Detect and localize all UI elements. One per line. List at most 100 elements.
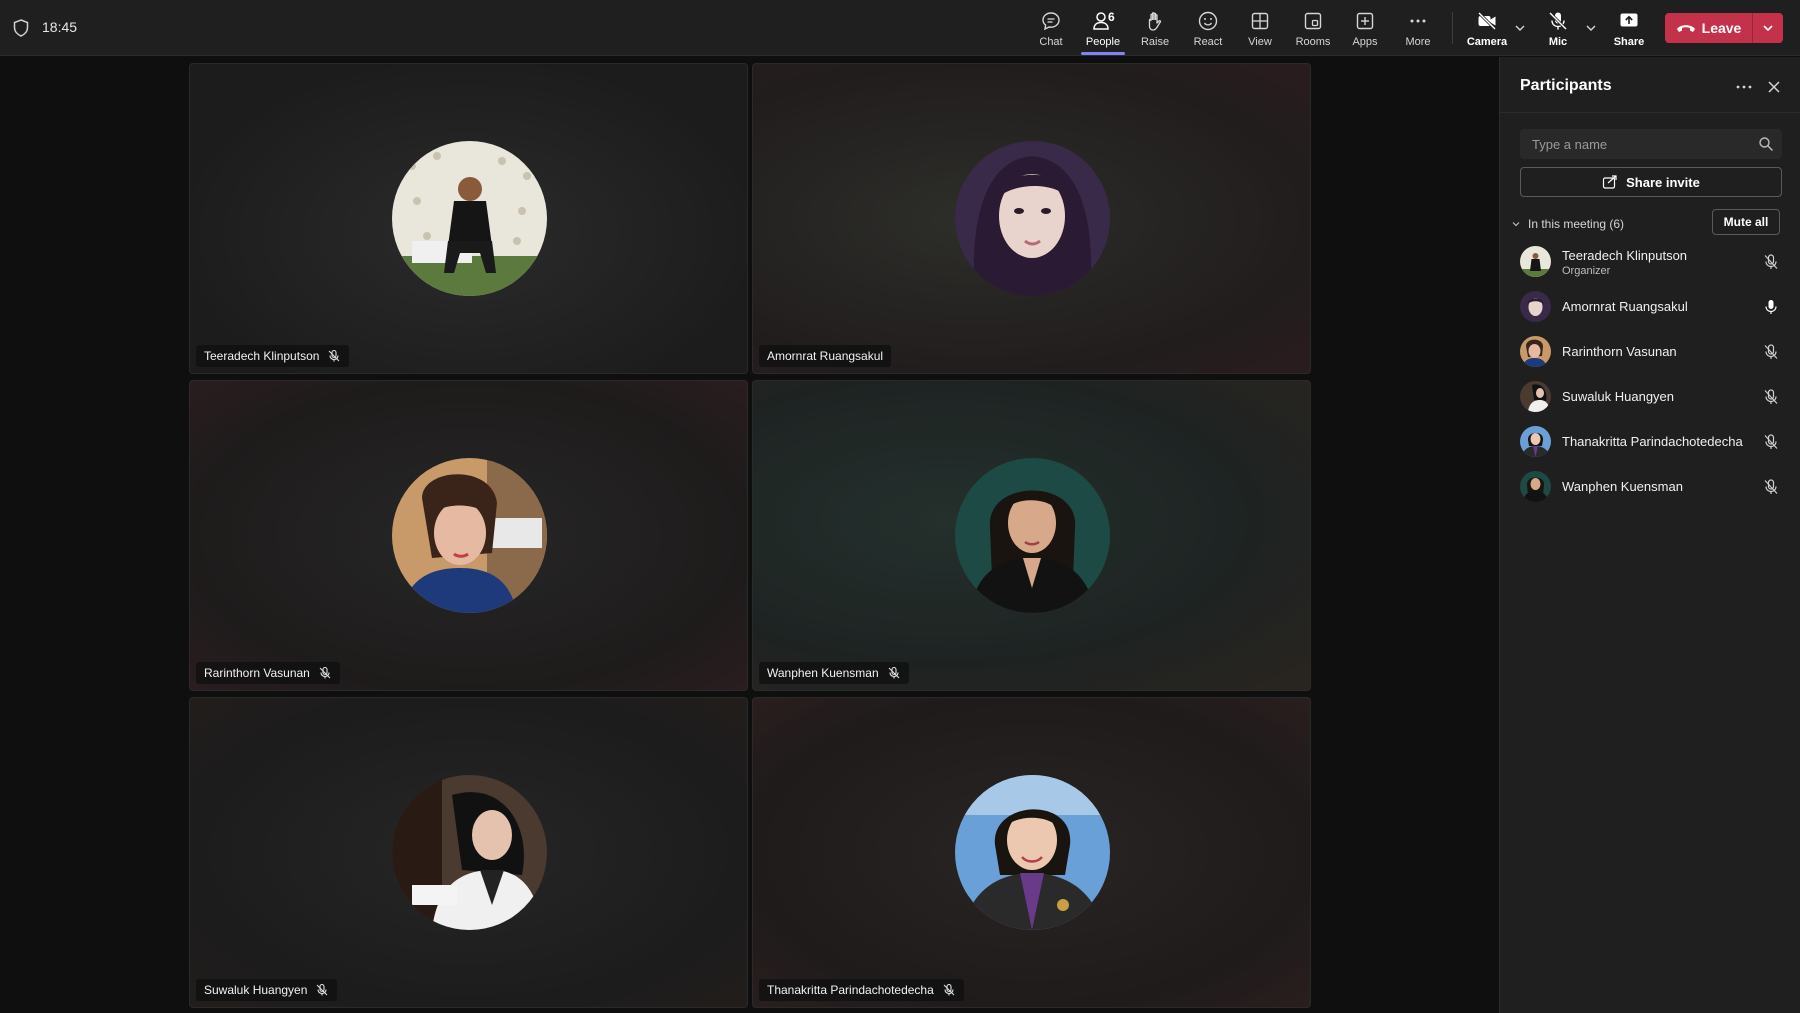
mic-off-icon bbox=[943, 983, 955, 996]
view-button[interactable]: View bbox=[1235, 8, 1285, 52]
video-tile[interactable]: Thanakritta Parindachotedecha bbox=[752, 697, 1311, 1008]
ellipsis-icon bbox=[1410, 19, 1426, 23]
people-label: People bbox=[1085, 36, 1121, 48]
participant-avatar bbox=[955, 458, 1110, 613]
participant-avatar bbox=[392, 775, 547, 930]
breakout-rooms-icon bbox=[1304, 12, 1322, 30]
chat-label: Chat bbox=[1039, 36, 1063, 48]
rooms-button[interactable]: Rooms bbox=[1288, 8, 1338, 52]
video-tile[interactable]: Teeradech Klinputson bbox=[189, 63, 748, 374]
meeting-time: 18:45 bbox=[42, 19, 78, 35]
share-invite-button[interactable]: Share invite bbox=[1520, 167, 1782, 197]
camera-options-chevron-down-icon[interactable] bbox=[1512, 20, 1528, 36]
close-icon[interactable] bbox=[1762, 75, 1786, 99]
participant-name: Teeradech Klinputson bbox=[1562, 248, 1688, 263]
participant-name-tag: Teeradech Klinputson bbox=[196, 345, 350, 367]
hang-up-icon bbox=[1676, 25, 1695, 32]
more-button[interactable]: More bbox=[1393, 8, 1443, 52]
mic-off-icon bbox=[1764, 479, 1778, 494]
in-meeting-section-label: In this meeting (6) bbox=[1528, 217, 1625, 231]
more-label: More bbox=[1405, 36, 1431, 48]
react-button[interactable]: React bbox=[1183, 8, 1233, 52]
mic-off-icon bbox=[329, 349, 340, 362]
participant-avatar bbox=[955, 141, 1110, 296]
share-button[interactable]: Share bbox=[1604, 8, 1654, 52]
mic-label: Mic bbox=[1548, 36, 1568, 48]
video-tile[interactable]: Wanphen Kuensman bbox=[752, 380, 1311, 691]
camera-button[interactable]: Camera bbox=[1462, 8, 1512, 52]
raise-hand-button[interactable]: Raise bbox=[1130, 8, 1180, 52]
mic-off-icon bbox=[888, 666, 900, 679]
chevron-down-icon bbox=[1763, 25, 1773, 32]
participant-name: Wanphen Kuensman bbox=[1562, 479, 1683, 494]
more-options-icon[interactable] bbox=[1732, 75, 1756, 99]
camera-label: Camera bbox=[1466, 36, 1508, 48]
toolbar-divider bbox=[1452, 12, 1453, 44]
mic-off-icon bbox=[319, 666, 331, 679]
meeting-toolbar: 18:45 Chat 6 People Raise React View Roo… bbox=[0, 0, 1800, 56]
in-meeting-section-toggle[interactable]: In this meeting (6) bbox=[1510, 213, 1624, 235]
share-screen-icon bbox=[1620, 13, 1638, 27]
chat-button[interactable]: Chat bbox=[1026, 8, 1076, 52]
avatar bbox=[1520, 471, 1551, 502]
participant-avatar bbox=[955, 775, 1110, 930]
participant-name-tag: Amornrat Ruangsakul bbox=[759, 345, 892, 367]
participant-name-tag: Rarinthorn Vasunan bbox=[196, 662, 340, 684]
panel-title: Participants bbox=[1520, 77, 1612, 94]
participant-name: Thanakritta Parindachotedecha bbox=[767, 983, 934, 997]
share-invite-icon bbox=[1603, 175, 1617, 189]
people-button[interactable]: 6 People bbox=[1078, 8, 1128, 52]
apps-button[interactable]: Apps bbox=[1340, 8, 1390, 52]
participant-row[interactable]: Amornrat Ruangsakul bbox=[1500, 284, 1800, 329]
participant-name-tag: Wanphen Kuensman bbox=[759, 662, 909, 684]
mic-options-chevron-down-icon[interactable] bbox=[1583, 20, 1599, 36]
mic-off-icon bbox=[1764, 344, 1778, 359]
share-invite-label: Share invite bbox=[1626, 174, 1700, 190]
participant-row[interactable]: Thanakritta Parindachotedecha bbox=[1500, 419, 1800, 464]
apps-label: Apps bbox=[1352, 36, 1378, 48]
avatar bbox=[1520, 336, 1551, 367]
mute-all-label: Mute all bbox=[1723, 215, 1769, 229]
participant-name: Rarinthorn Vasunan bbox=[1562, 344, 1677, 359]
mic-off-icon bbox=[1764, 434, 1778, 449]
leave-button[interactable]: Leave bbox=[1665, 13, 1752, 43]
raise-label: Raise bbox=[1140, 36, 1170, 48]
active-tab-indicator bbox=[1081, 52, 1125, 55]
video-tile[interactable]: Suwaluk Huangyen bbox=[189, 697, 748, 1008]
participant-name-tag: Suwaluk Huangyen bbox=[196, 979, 338, 1001]
leave-button-group: Leave bbox=[1665, 13, 1783, 43]
participant-role: Organizer bbox=[1562, 265, 1611, 277]
avatar bbox=[1520, 291, 1551, 322]
participant-row[interactable]: Rarinthorn Vasunan bbox=[1500, 329, 1800, 374]
mic-off-icon bbox=[1764, 389, 1778, 404]
video-tile[interactable]: Amornrat Ruangsakul bbox=[752, 63, 1311, 374]
rooms-label: Rooms bbox=[1295, 36, 1331, 48]
video-grid: Teeradech Klinputson Amornrat Ruangsakul… bbox=[0, 57, 1499, 1013]
share-label: Share bbox=[1613, 36, 1645, 48]
leave-options-button[interactable] bbox=[1753, 13, 1783, 43]
participant-search bbox=[1520, 129, 1782, 159]
participant-name: Rarinthorn Vasunan bbox=[204, 666, 310, 680]
people-count-badge: 6 bbox=[1108, 10, 1115, 24]
mic-off-icon bbox=[317, 983, 328, 996]
mute-all-button[interactable]: Mute all bbox=[1712, 209, 1780, 235]
participant-name: Thanakritta Parindachotedecha bbox=[1562, 434, 1743, 449]
video-tile[interactable]: Rarinthorn Vasunan bbox=[189, 380, 748, 691]
view-label: View bbox=[1248, 36, 1272, 48]
add-app-icon bbox=[1356, 12, 1374, 30]
mic-off-icon bbox=[1764, 254, 1778, 269]
panel-divider bbox=[1500, 112, 1800, 113]
participant-name: Wanphen Kuensman bbox=[767, 666, 879, 680]
mic-icon bbox=[1765, 300, 1777, 314]
mic-button[interactable]: Mic bbox=[1533, 8, 1583, 52]
search-input[interactable] bbox=[1520, 129, 1750, 159]
participant-row[interactable]: Wanphen Kuensman bbox=[1500, 464, 1800, 509]
grid-view-icon bbox=[1251, 12, 1269, 30]
participant-row[interactable]: Suwaluk Huangyen bbox=[1500, 374, 1800, 419]
chevron-down-icon bbox=[1512, 222, 1520, 227]
smiley-icon bbox=[1198, 11, 1218, 31]
search-icon[interactable] bbox=[1758, 136, 1774, 152]
avatar bbox=[1520, 246, 1551, 277]
participant-row[interactable]: Teeradech Klinputson Organizer bbox=[1500, 239, 1800, 284]
participant-name: Suwaluk Huangyen bbox=[204, 983, 308, 997]
